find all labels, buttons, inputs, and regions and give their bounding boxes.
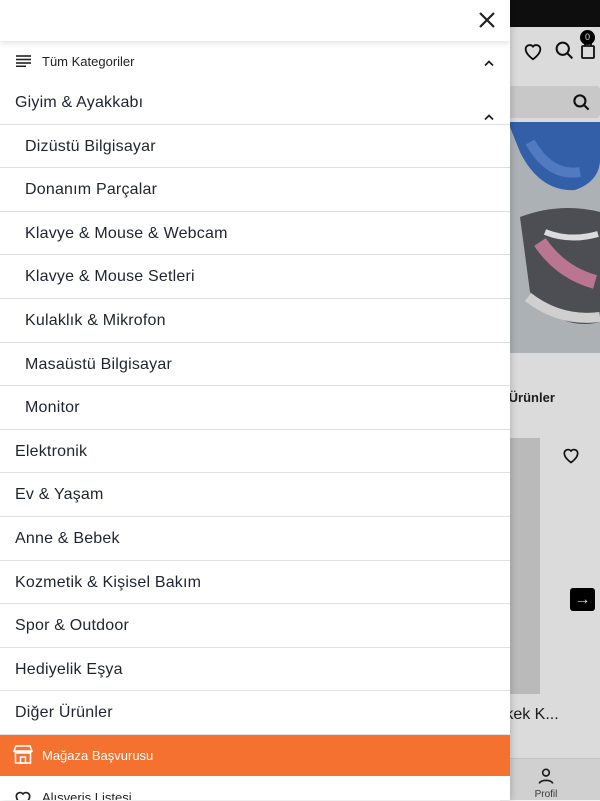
subcategory-item[interactable]: Donanım Parçalar [0,168,510,212]
category-item[interactable]: Spor & Outdoor [0,604,510,648]
store-application-label: Mağaza Başvurusu [42,748,154,763]
category-item[interactable]: Kozmetik & Kişisel Bakım [0,561,510,605]
category-label: Dizüstü Bilgisayar [25,137,156,155]
shopping-list-label: Alışveriş Listesi [42,790,132,800]
subcategory-item[interactable]: Masaüstü Bilgisayar [0,343,510,387]
category-item[interactable]: Giyim & Ayakkabı [0,81,510,125]
category-label: Spor & Outdoor [15,617,129,635]
chevron-up-icon [483,56,495,68]
category-item[interactable]: Ev & Yaşam [0,473,510,517]
category-list: Giyim & Ayakkabı Dizüstü Bilgisayar Donanı… [0,81,510,735]
category-label: Donanım Parçalar [25,181,158,199]
category-item[interactable]: Anne & Bebek [0,517,510,561]
category-item[interactable]: Elektronik [0,430,510,474]
category-label: Monitor [25,399,80,417]
subcategory-item[interactable]: Dizüstü Bilgisayar [0,125,510,169]
category-item[interactable]: Hediyelik Eşya [0,648,510,692]
category-label: Kozmetik & Kişisel Bakım [15,573,202,591]
subcategory-item[interactable]: Monitor [0,386,510,430]
category-label: Ev & Yaşam [15,486,104,504]
subcategory-item[interactable]: Klavye & Mouse & Webcam [0,212,510,256]
category-label: Hediyelik Eşya [15,660,123,678]
category-label: Masaüstü Bilgisayar [25,355,172,373]
category-label: Kulaklık & Mikrofon [25,311,166,329]
category-label: Klavye & Mouse Setleri [25,268,195,286]
category-label: Anne & Bebek [15,529,120,547]
category-label: Klavye & Mouse & Webcam [25,224,228,242]
drawer-header [0,0,510,41]
subcategory-item[interactable]: Klavye & Mouse Setleri [0,255,510,299]
category-label: Giyim & Ayakkabı [15,94,144,111]
chevron-up-icon [483,97,495,121]
overlay-backdrop[interactable] [510,0,600,800]
category-label: Diğer Ürünler [15,704,113,722]
category-drawer: Tüm Kategoriler Giyim & Ayakkabı Dizüstü … [0,0,510,800]
subcategory-item[interactable]: Kulaklık & Mikrofon [0,299,510,343]
menu-lines-icon [16,54,31,72]
close-icon[interactable] [476,9,498,31]
category-item[interactable]: Diğer Ürünler [0,691,510,735]
all-categories-label: Tüm Kategoriler [42,54,135,69]
all-categories-toggle[interactable]: Tüm Kategoriler [0,41,510,81]
store-icon [12,745,34,767]
store-application-button[interactable]: Mağaza Başvurusu [0,735,510,776]
shopping-list-link[interactable]: Alışveriş Listesi [0,776,510,800]
heart-icon [13,788,33,800]
category-label: Elektronik [15,442,88,460]
